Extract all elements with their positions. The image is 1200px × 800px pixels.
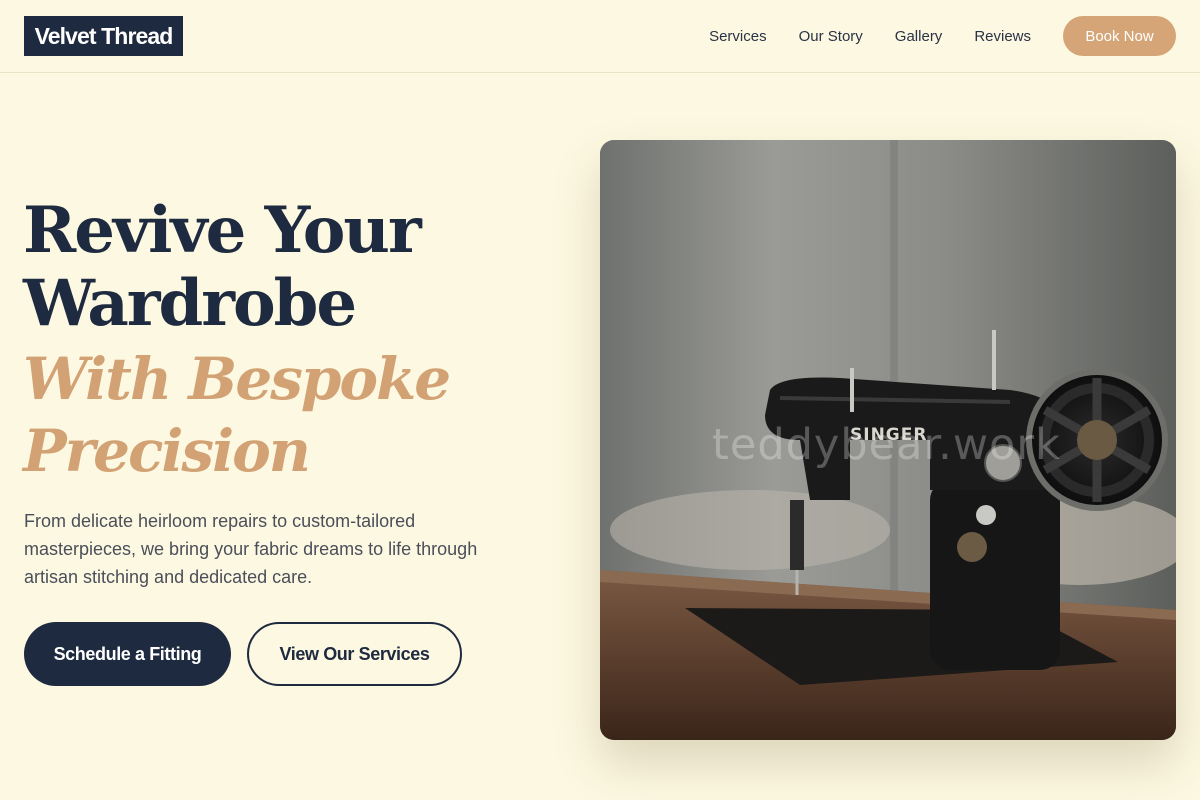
nav-link-gallery[interactable]: Gallery [895,28,943,45]
nav-link-services[interactable]: Services [709,28,767,45]
hero-image: SINGER teddybear.work [600,140,1176,740]
hero-description-line: artisan stitching and dedicated care. [24,567,313,587]
hero-title-line: Revive Your [23,193,422,268]
machine-brand-label: SINGER [850,425,927,445]
nav-link-our-story[interactable]: Our Story [799,28,863,45]
nav-links: Services Our Story Gallery Reviews [709,24,1031,48]
hero-description-line: From delicate heirloom repairs to custom… [24,511,416,531]
view-services-button[interactable]: View Our Services [247,622,462,686]
sewing-machine-illustration: SINGER [600,140,1176,740]
top-nav: Velvet Thread Services Our Story Gallery… [0,0,1200,73]
book-now-button[interactable]: Book Now [1063,16,1176,56]
hero-accent-line: With Bespoke [23,345,451,413]
hero-description: From delicate heirloom repairs to custom… [24,507,534,591]
hero-description-line: masterpieces, we bring your fabric dream… [24,539,478,559]
hero-title: Revive Your Wardrobe [23,194,563,340]
nav-link-reviews[interactable]: Reviews [974,28,1031,45]
hero-accent-line: Precision [23,417,311,485]
brand-logo[interactable]: Velvet Thread [24,16,183,56]
hero-title-line: Wardrobe [23,266,357,341]
schedule-fitting-button[interactable]: Schedule a Fitting [24,622,231,686]
hero-accent-title: With Bespoke Precision [23,343,563,487]
